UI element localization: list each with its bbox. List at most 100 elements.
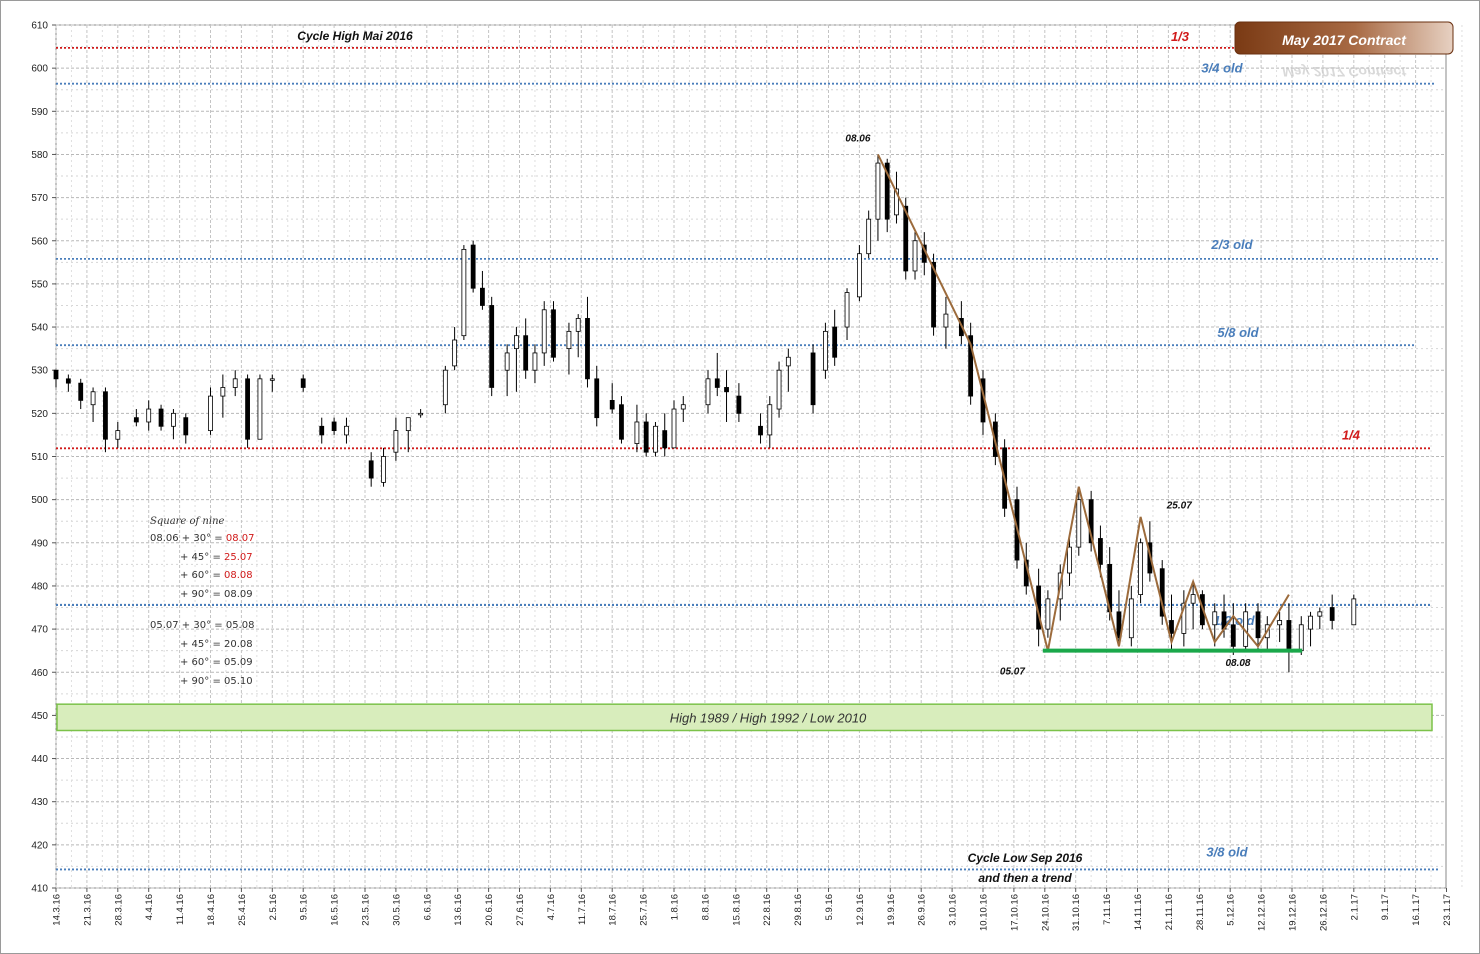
point-label: 08.08 bbox=[1225, 658, 1250, 669]
square-of-nine-line: 08.06 + 30° = 08.07 bbox=[150, 533, 254, 544]
x-tick-label: 19.9.16 bbox=[886, 894, 897, 926]
x-tick-label: 9.5.16 bbox=[299, 894, 310, 920]
candle-body bbox=[532, 352, 538, 371]
x-tick-label: 18.7.16 bbox=[608, 894, 619, 926]
candle-body bbox=[875, 162, 881, 220]
candle-body bbox=[368, 460, 374, 479]
candle-body bbox=[844, 292, 850, 328]
candle-body bbox=[1255, 611, 1261, 639]
square-of-nine-line: + 60° = 05.09 bbox=[180, 657, 253, 668]
x-tick-label: 31.10.16 bbox=[1071, 894, 1082, 931]
x-tick-label: 20.6.16 bbox=[484, 894, 495, 926]
x-tick-label: 22.8.16 bbox=[762, 894, 773, 926]
x-tick-label: 12.12.16 bbox=[1257, 894, 1268, 931]
candle-body bbox=[1098, 538, 1103, 565]
square-of-nine-prefix: + 90° = bbox=[180, 676, 224, 687]
annotations: Cycle High Mai 2016 Cycle Low Sep 2016 and… bbox=[297, 29, 1082, 885]
point-label: 05.07 bbox=[1000, 666, 1025, 677]
y-tick-label: 430 bbox=[31, 797, 48, 808]
candle-body bbox=[133, 417, 139, 423]
square-of-nine-prefix: + 45° = bbox=[180, 552, 224, 563]
candle-body bbox=[1298, 624, 1304, 652]
point-label: 25.07 bbox=[1166, 500, 1192, 511]
candle-body bbox=[594, 378, 600, 419]
candle-body bbox=[551, 309, 556, 358]
candle-body bbox=[1286, 620, 1292, 652]
badge-reflection: May 2017 Contract bbox=[1282, 64, 1407, 80]
candle-body bbox=[269, 378, 275, 381]
y-tick-label: 500 bbox=[31, 495, 48, 506]
x-tick-label: 2.5.16 bbox=[268, 894, 279, 920]
candle-body bbox=[1212, 611, 1218, 626]
candle-body bbox=[575, 318, 581, 332]
y-tick-label: 540 bbox=[31, 323, 48, 334]
point-label: 08.06 bbox=[845, 134, 870, 145]
candle-body bbox=[1128, 598, 1134, 639]
candle-body bbox=[1190, 594, 1196, 604]
candle-body bbox=[115, 430, 121, 440]
x-tick-label: 8.8.16 bbox=[700, 894, 711, 920]
x-tick-label: 11.4.16 bbox=[175, 894, 186, 925]
x-tick-label: 26.12.16 bbox=[1318, 894, 1329, 931]
candle-body bbox=[103, 391, 108, 440]
candle-body bbox=[245, 378, 250, 440]
x-tick-label: 19.12.16 bbox=[1288, 894, 1299, 931]
candle-body bbox=[680, 404, 686, 410]
x-tick-label: 21.11.16 bbox=[1164, 894, 1175, 930]
level-label: 3/4 old bbox=[1201, 61, 1243, 76]
price-chart: 410 420 430 440 450 460 470 480 490 500 510 520 530 5… bbox=[31, 21, 1463, 931]
candle-body bbox=[78, 382, 84, 401]
x-tick-label: 12.9.16 bbox=[855, 894, 866, 926]
square-of-nine-line: + 60° = 08.08 bbox=[180, 570, 253, 581]
candle-body bbox=[736, 395, 742, 414]
x-tick-label: 25.7.16 bbox=[639, 894, 650, 926]
square-of-nine-line: + 45° = 25.07 bbox=[180, 552, 253, 563]
candle-body bbox=[724, 387, 729, 393]
x-tick-label: 5.12.16 bbox=[1226, 894, 1237, 926]
y-tick-label: 600 bbox=[31, 64, 48, 75]
x-tick-label: 5.9.16 bbox=[824, 894, 835, 920]
candle-body bbox=[1076, 499, 1082, 548]
y-tick-label: 470 bbox=[31, 625, 48, 636]
candle-body bbox=[609, 400, 615, 410]
x-tick-label: 1.8.16 bbox=[670, 894, 681, 920]
candle-body bbox=[758, 425, 763, 436]
y-tick-label: 610 bbox=[31, 21, 48, 32]
x-tick-label: 27.6.16 bbox=[515, 894, 526, 926]
candle-body bbox=[1067, 546, 1072, 574]
square-of-nine-prefix: 08.06 + 30° = bbox=[150, 533, 226, 544]
x-tick-label: 15.8.16 bbox=[731, 894, 742, 926]
square-of-nine-prefix: + 60° = bbox=[180, 570, 224, 581]
candle-body bbox=[220, 387, 226, 397]
x-tick-label: 28.3.16 bbox=[113, 894, 124, 926]
annotation-trend: and then a trend bbox=[978, 871, 1072, 885]
y-tick-label: 460 bbox=[31, 668, 48, 679]
candle-body bbox=[442, 369, 448, 406]
candle-body bbox=[344, 425, 349, 436]
candle-body bbox=[146, 408, 152, 423]
square-of-nine-value: 20.08 bbox=[224, 639, 253, 650]
y-tick-label: 580 bbox=[31, 150, 48, 161]
x-tick-label: 3.10.16 bbox=[948, 894, 959, 926]
x-tick-label: 6.6.16 bbox=[422, 894, 433, 920]
candle-body bbox=[381, 456, 386, 483]
x-tick-label: 14.11.16 bbox=[1133, 894, 1144, 930]
candle-body bbox=[1308, 615, 1313, 630]
y-tick-label: 450 bbox=[31, 711, 48, 722]
badge-title: May 2017 Contract bbox=[1282, 32, 1407, 48]
candle-body bbox=[1317, 611, 1323, 617]
candle-body bbox=[767, 404, 773, 436]
y-tick-label: 510 bbox=[31, 452, 48, 463]
square-of-nine-value: 08.07 bbox=[226, 533, 255, 544]
candle-body bbox=[1045, 598, 1051, 630]
x-tick-label: 30.5.16 bbox=[391, 894, 402, 926]
candle-body bbox=[714, 378, 720, 388]
x-tick-label: 2.1.17 bbox=[1349, 894, 1360, 920]
candle-body bbox=[653, 425, 658, 453]
square-of-nine-value: 05.09 bbox=[224, 657, 253, 668]
y-tick-label: 520 bbox=[31, 409, 48, 420]
square-of-nine-prefix: 05.07 + 30° = bbox=[150, 620, 226, 631]
candle-body bbox=[541, 309, 547, 354]
square-of-nine-value: 05.10 bbox=[224, 676, 253, 687]
candle-body bbox=[331, 421, 337, 432]
